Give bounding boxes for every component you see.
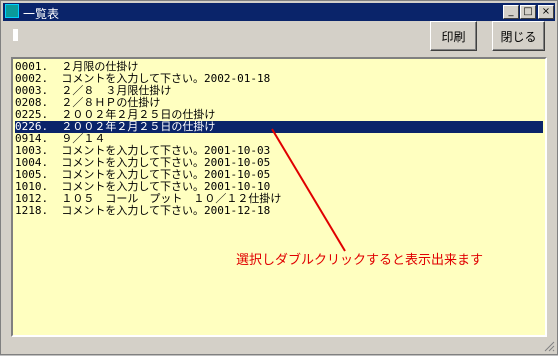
app-window: 一覧表 _ □ × 印刷 閉じる 0001. ２月限の仕掛け 0002. コメント… <box>0 0 558 355</box>
annotation-text: 選択しダブルクリックすると表示出来ます <box>236 253 484 268</box>
annotation-arrow-line <box>271 128 346 252</box>
resize-grip-icon[interactable] <box>543 340 555 352</box>
